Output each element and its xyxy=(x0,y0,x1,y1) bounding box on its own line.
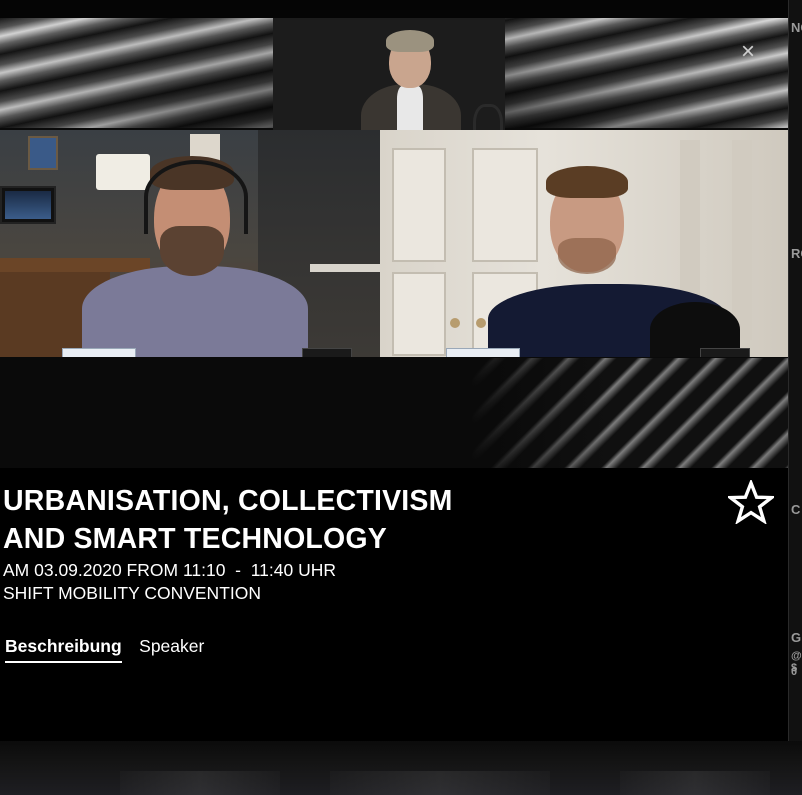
star-outline-icon xyxy=(725,478,777,525)
favorite-button[interactable] xyxy=(725,478,777,525)
session-title-line: URBANISATION, COLLECTIVISM xyxy=(3,485,453,517)
video-recording[interactable]: × xyxy=(0,18,788,468)
background-page-edge: NG RO C G @ $ 0 xyxy=(788,0,802,795)
video-tile-speaker-right xyxy=(380,130,788,357)
close-icon: × xyxy=(740,38,755,65)
close-button[interactable]: × xyxy=(736,40,760,64)
background-stripe-pattern xyxy=(470,358,788,468)
session-title: URBANISATION, COLLECTIVISM AND SMART TEC… xyxy=(3,482,643,558)
screen: NG RO C G @ $ 0 xyxy=(0,0,802,795)
session-modal: × URBANISATION, COLLECTIVISM AND SMART T… xyxy=(0,18,788,741)
background-text-fragment: RO xyxy=(791,246,802,261)
session-title-line: AND SMART TECHNOLOGY xyxy=(3,523,387,555)
background-text-fragment: G xyxy=(791,630,802,645)
video-tile-moderator xyxy=(273,18,505,148)
tab-beschreibung[interactable]: Beschreibung xyxy=(5,636,122,663)
session-tabs: Beschreibung Speaker xyxy=(5,636,217,666)
session-meta: AM 03.09.2020 FROM 11:10 - 11:40 UHR SHI… xyxy=(3,559,336,605)
background-text-fragment: 0 xyxy=(791,666,798,678)
tab-speaker[interactable]: Speaker xyxy=(139,636,204,661)
background-text-fragment: C xyxy=(791,502,801,517)
session-event: SHIFT MOBILITY CONVENTION xyxy=(3,583,261,603)
background-page-bottom xyxy=(0,741,802,795)
video-tile-speaker-left xyxy=(0,130,380,357)
session-datetime: AM 03.09.2020 FROM 11:10 - 11:40 UHR xyxy=(3,560,336,580)
session-info: URBANISATION, COLLECTIVISM AND SMART TEC… xyxy=(0,468,788,741)
background-text-fragment: NG xyxy=(791,20,802,35)
